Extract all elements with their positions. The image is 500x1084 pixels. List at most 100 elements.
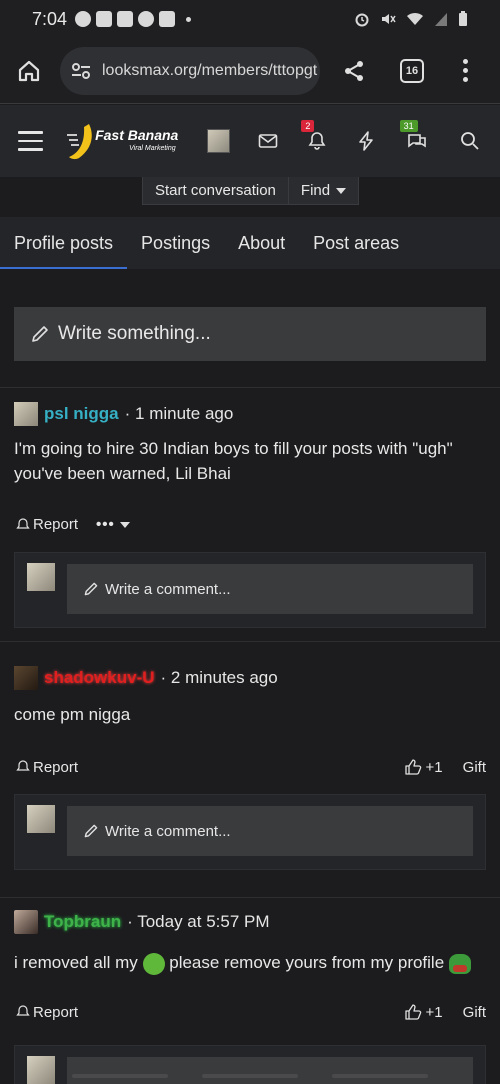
- profile-actions-group: Start conversation Find: [142, 177, 360, 205]
- report-label: Report: [33, 516, 79, 533]
- wifi-icon: [407, 12, 423, 25]
- app-notification-icon: [138, 11, 155, 27]
- comment-placeholder: Write a comment...: [105, 822, 231, 840]
- comment-placeholder: Write a comment...: [105, 580, 231, 598]
- url-text: looksmax.org/members/tttopgt: [102, 61, 318, 79]
- post-username[interactable]: Topbraun: [44, 912, 121, 932]
- tab-about[interactable]: About: [224, 217, 299, 269]
- pencil-icon: [84, 824, 98, 838]
- whats-new-button[interactable]: [355, 129, 378, 153]
- avatar[interactable]: [27, 563, 55, 591]
- like-button[interactable]: +1: [404, 758, 443, 776]
- comment-area: [14, 1045, 486, 1084]
- banana-logo-icon: [67, 124, 92, 160]
- chat-bubbles-icon: [408, 134, 427, 148]
- thumbs-up-icon: [404, 1004, 421, 1020]
- start-conversation-button[interactable]: Start conversation: [143, 177, 289, 204]
- sick-face-emoji-icon: [142, 952, 165, 975]
- post-body: I'm going to hire 30 Indian boys to fill…: [14, 439, 453, 483]
- profile-post: psl nigga · 1 minute ago I'm going to hi…: [0, 387, 500, 641]
- envelope-icon: [258, 134, 278, 148]
- gift-button[interactable]: Gift: [463, 1004, 486, 1021]
- discord-icon: [96, 11, 113, 27]
- conversations-button[interactable]: 31: [399, 120, 429, 153]
- home-icon: [18, 60, 40, 81]
- post-username[interactable]: psl nigga: [44, 404, 119, 424]
- report-button[interactable]: Report: [16, 759, 78, 776]
- caret-down-icon: [119, 521, 130, 528]
- like-button[interactable]: +1: [404, 1003, 443, 1021]
- share-button[interactable]: [340, 57, 368, 85]
- lightning-icon: [359, 131, 373, 151]
- pepe-frog-emoji-icon: [448, 953, 471, 974]
- address-bar[interactable]: looksmax.org/members/tttopgt: [60, 46, 320, 95]
- avatar[interactable]: [14, 666, 38, 690]
- write-comment-input[interactable]: Write a comment...: [67, 806, 473, 856]
- post-header: psl nigga · 1 minute ago: [14, 402, 233, 426]
- site-settings-icon[interactable]: [70, 60, 92, 82]
- tab-postings[interactable]: Postings: [127, 217, 224, 269]
- gesture-handle-center: [202, 1074, 298, 1078]
- signal-icon: [435, 13, 447, 26]
- avatar[interactable]: [14, 910, 38, 934]
- thumbs-up-icon: [404, 759, 421, 775]
- report-button[interactable]: Report: [16, 1004, 78, 1021]
- bell-outline-icon: [16, 760, 30, 771]
- post-header: Topbraun · Today at 5:57 PM: [14, 910, 270, 934]
- status-bar: 7:04: [0, 0, 500, 38]
- search-button[interactable]: [459, 129, 482, 153]
- bell-icon: [308, 132, 326, 150]
- post-body: come pm nigga: [14, 705, 131, 724]
- site-logo[interactable]: Fast Banana Viral Marketing: [65, 119, 181, 163]
- write-comment-input[interactable]: [67, 1057, 473, 1084]
- alerts-button[interactable]: 2: [301, 120, 328, 153]
- spotify-icon: [75, 11, 92, 27]
- ellipsis-icon: •••: [96, 516, 115, 533]
- user-avatar[interactable]: [206, 129, 231, 153]
- report-button[interactable]: Report: [16, 516, 78, 533]
- status-notification-icons: [75, 11, 192, 27]
- tab-post-areas[interactable]: Post areas: [299, 217, 413, 269]
- write-something-placeholder: Write something...: [58, 323, 211, 344]
- browser-menu-button[interactable]: [460, 59, 470, 82]
- post-actions: Report +1 Gift: [16, 758, 486, 776]
- avatar[interactable]: [27, 1056, 55, 1084]
- pencil-icon: [32, 326, 48, 342]
- write-something-input[interactable]: Write something...: [14, 307, 486, 361]
- site-header: Fast Banana Viral Marketing 2 31: [0, 105, 500, 177]
- home-button[interactable]: [14, 56, 44, 86]
- gesture-handle-left: [72, 1074, 168, 1078]
- post-time-text: 2 minutes ago: [170, 668, 278, 687]
- post-username[interactable]: shadowkuv-U: [44, 668, 155, 688]
- tab-switcher-button[interactable]: 16: [400, 58, 424, 83]
- profile-posts-content: Write something... psl nigga · 1 minute …: [0, 269, 500, 1084]
- post-time-text: Today at 5:57 PM: [137, 912, 270, 931]
- gift-button[interactable]: Gift: [463, 759, 486, 776]
- like-count: +1: [425, 1003, 443, 1021]
- logo-text: Fast Banana: [95, 127, 179, 143]
- post-time[interactable]: · 2 minutes ago: [161, 668, 278, 688]
- hamburger-menu-icon[interactable]: [18, 131, 44, 151]
- bell-outline-icon: [16, 1005, 30, 1016]
- comment-area: Write a comment...: [14, 794, 486, 870]
- alerts-badge: 2: [301, 120, 315, 132]
- mail-app-icon: [159, 11, 176, 27]
- report-label: Report: [33, 758, 79, 776]
- inbox-button[interactable]: [256, 129, 279, 153]
- find-dropdown-button[interactable]: Find: [289, 177, 358, 204]
- avatar[interactable]: [14, 402, 38, 426]
- tab-profile-posts[interactable]: Profile posts: [0, 217, 128, 269]
- comment-area: Write a comment...: [14, 552, 486, 628]
- post-actions: Report •••: [16, 516, 486, 533]
- post-time[interactable]: · Today at 5:57 PM: [127, 912, 269, 932]
- search-icon: [461, 132, 480, 150]
- profile-actions-strip: Start conversation Find: [0, 177, 500, 217]
- profile-post: shadowkuv-U · 2 minutes ago come pm nigg…: [0, 641, 500, 897]
- battery-icon: [459, 11, 467, 26]
- write-comment-input[interactable]: Write a comment...: [67, 564, 473, 614]
- youtube-icon: [117, 11, 134, 27]
- more-options-button[interactable]: •••: [96, 516, 130, 533]
- post-time[interactable]: · 1 minute ago: [125, 404, 234, 424]
- avatar[interactable]: [27, 805, 55, 833]
- profile-tabs: Profile posts Postings About Post areas: [0, 217, 500, 269]
